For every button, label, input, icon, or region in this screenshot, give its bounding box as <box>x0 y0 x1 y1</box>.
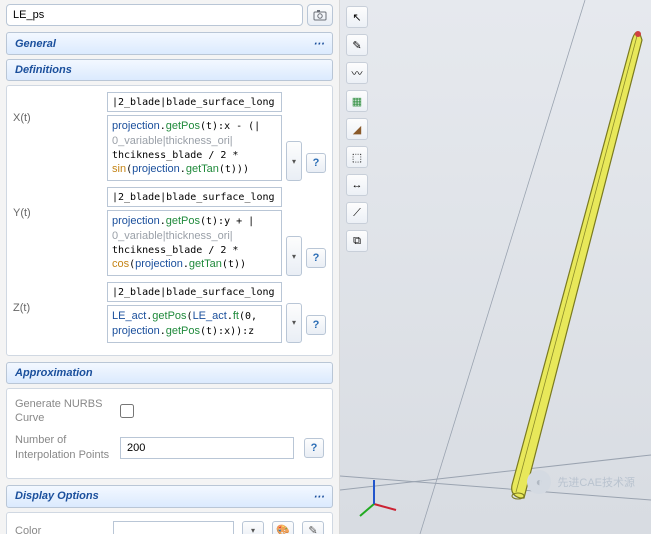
shell-icon: ⬚ <box>352 151 362 164</box>
definition-row: Z(t) LE_act.getPos(LE_act.ft(0,projectio… <box>13 282 326 343</box>
palette-icon: 🎨 <box>276 524 290 534</box>
definition-label: X(t) <box>13 92 103 124</box>
help-button[interactable]: ? <box>306 315 326 335</box>
viewport-3d[interactable]: ↖ ✎ 〰 ▦ ◢ ⬚ ↔ ⟋ ⧉ ◐ 先进CAE技术源 <box>340 0 651 534</box>
axis-triad-icon <box>354 474 400 520</box>
measure-icon: ↔ <box>352 179 363 191</box>
help-button[interactable]: ? <box>306 153 326 173</box>
scene-svg <box>340 0 651 534</box>
tool-pointer[interactable]: ↖ <box>346 6 368 28</box>
definition-row: Y(t) projection.getPos(t):y + |0_variabl… <box>13 187 326 276</box>
nurbs-label: Generate NURBS Curve <box>15 397 110 426</box>
tool-measure[interactable]: ↔ <box>346 174 368 196</box>
mesh-icon: ▦ <box>352 95 362 108</box>
path-input[interactable] <box>107 92 282 112</box>
definition-label: Y(t) <box>13 187 103 219</box>
tool-pencil[interactable]: ✎ <box>346 34 368 56</box>
surface-icon: ◢ <box>353 123 361 136</box>
definition-label: Z(t) <box>13 282 103 314</box>
watermark: ◐ 先进CAE技术源 <box>527 470 635 494</box>
section-display-label: Display Options <box>15 490 99 502</box>
copy-icon: ⧉ <box>353 235 361 248</box>
pointer-icon: ↖ <box>352 11 361 24</box>
section-general-label: General <box>15 38 56 50</box>
pencil-icon: ✎ <box>352 39 361 52</box>
expression-input[interactable]: projection.getPos(t):x - (|0_variable|th… <box>107 115 282 181</box>
name-row <box>6 4 333 26</box>
npts-label: Number of Interpolation Points <box>15 433 110 462</box>
watermark-text: 先进CAE技术源 <box>557 474 635 490</box>
collapse-icon: ⋯ <box>313 37 324 50</box>
tool-copy[interactable]: ⧉ <box>346 230 368 252</box>
section-definitions-label: Definitions <box>15 64 72 76</box>
collapse-icon: ⋯ <box>313 490 324 503</box>
definition-row: X(t) projection.getPos(t):x - (|0_variab… <box>13 92 326 181</box>
definitions-box: X(t) projection.getPos(t):x - (|0_variab… <box>6 85 333 356</box>
tool-surface[interactable]: ◢ <box>346 118 368 140</box>
help-button[interactable]: ? <box>304 438 324 458</box>
camera-icon <box>313 9 327 21</box>
color-dropdown-button[interactable]: ▾ <box>242 521 264 534</box>
wechat-icon: ◐ <box>527 470 551 494</box>
npts-input[interactable] <box>120 437 294 459</box>
viewport-toolbar: ↖ ✎ 〰 ▦ ◢ ⬚ ↔ ⟋ ⧉ <box>346 6 368 252</box>
expression-input[interactable]: LE_act.getPos(LE_act.ft(0,projection.get… <box>107 305 282 343</box>
dropdown-button[interactable]: ▾ <box>286 303 302 343</box>
expression-input[interactable]: projection.getPos(t):y + |0_variable|thi… <box>107 210 282 276</box>
approximation-box: Generate NURBS Curve Number of Interpola… <box>6 388 333 479</box>
section-general[interactable]: General ⋯ <box>6 32 333 55</box>
path-input[interactable] <box>107 282 282 302</box>
dropdown-button[interactable]: ▾ <box>286 236 302 276</box>
nurbs-checkbox[interactable] <box>120 404 134 418</box>
color-label: Color <box>15 525 105 534</box>
properties-panel: General ⋯ Definitions X(t) projection.get… <box>0 0 340 534</box>
pencil-icon: ✎ <box>308 524 317 534</box>
color-swatch[interactable] <box>113 521 234 534</box>
section-display[interactable]: Display Options ⋯ <box>6 485 333 508</box>
section-definitions[interactable]: Definitions <box>6 59 333 81</box>
tool-ruler[interactable]: ⟋ <box>346 202 368 224</box>
dropdown-button[interactable]: ▾ <box>286 141 302 181</box>
display-box: Color ▾ 🎨 ✎ <box>6 512 333 534</box>
color-edit-button[interactable]: ✎ <box>302 521 324 534</box>
path-input[interactable] <box>107 187 282 207</box>
tool-mesh[interactable]: ▦ <box>346 90 368 112</box>
color-palette-button[interactable]: 🎨 <box>272 521 294 534</box>
ruler-icon: ⟋ <box>353 207 361 220</box>
section-approximation-label: Approximation <box>15 367 93 379</box>
curve-icon: 〰 <box>352 65 363 81</box>
help-button[interactable]: ? <box>306 248 326 268</box>
section-approximation[interactable]: Approximation <box>6 362 333 384</box>
tool-shell[interactable]: ⬚ <box>346 146 368 168</box>
snapshot-button[interactable] <box>307 4 333 26</box>
name-input[interactable] <box>6 4 303 26</box>
tool-curve[interactable]: 〰 <box>346 62 368 84</box>
